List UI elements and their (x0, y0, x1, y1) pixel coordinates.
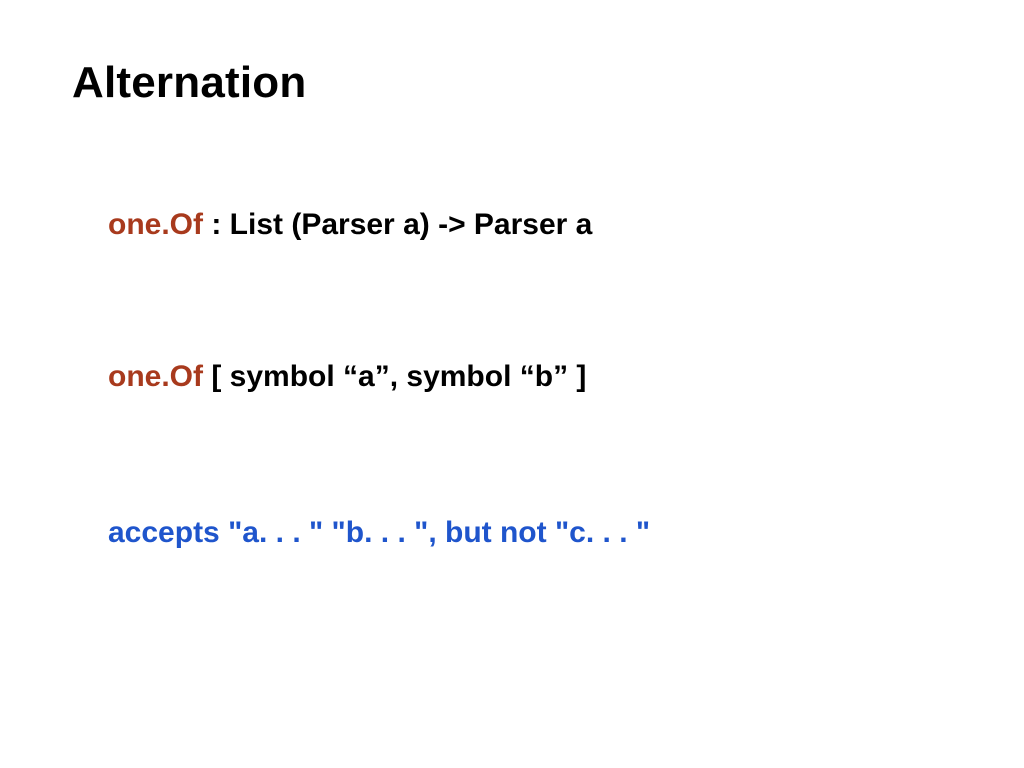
accepts-note: accepts "a. . . " "b. . . ", but not "c.… (108, 516, 650, 550)
type-signature-body: : List (Parser a) -> Parser a (203, 208, 592, 241)
keyword-oneof: one.Of (108, 360, 203, 393)
slide-title: Alternation (72, 58, 306, 108)
usage-example: one.Of [ symbol “a”, symbol “b” ] (108, 360, 586, 394)
usage-example-body: [ symbol “a”, symbol “b” ] (203, 360, 586, 393)
slide: Alternation one.Of : List (Parser a) -> … (0, 0, 1024, 768)
type-signature: one.Of : List (Parser a) -> Parser a (108, 208, 592, 242)
keyword-oneof: one.Of (108, 208, 203, 241)
